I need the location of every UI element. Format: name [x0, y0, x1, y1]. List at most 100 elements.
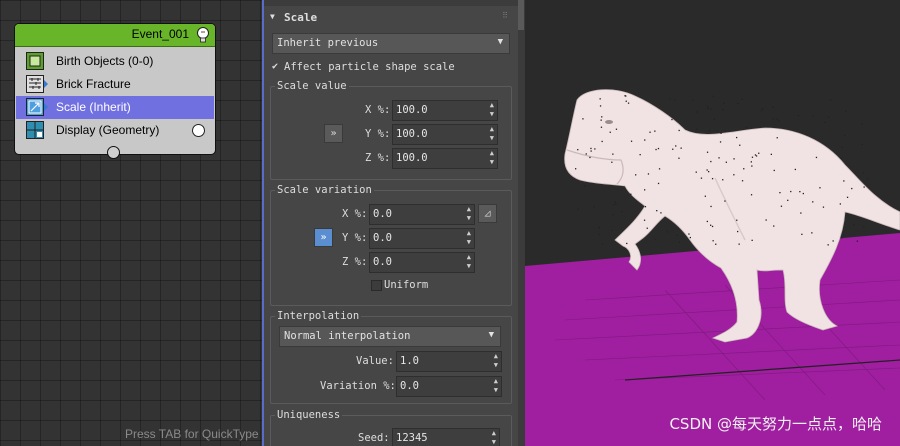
speckle	[674, 99, 676, 101]
speckle	[851, 187, 853, 190]
spinner-arrows-icon[interactable]: ▲ ▼	[467, 229, 471, 247]
quicktype-hint: Press TAB for QuickType	[125, 427, 259, 441]
speckle	[695, 171, 697, 173]
scale-type-dropdown[interactable]: Inherit previous ▼	[272, 33, 510, 54]
speckle	[644, 206, 647, 208]
operator-birth-objects[interactable]: Birth Objects (0-0)	[16, 50, 214, 73]
operator-label: Brick Fracture	[56, 77, 131, 91]
speckle	[839, 203, 841, 205]
speckle	[780, 205, 783, 207]
slope-icon[interactable]: ◿	[478, 204, 497, 223]
watermark-text: CSDN @每天努力一点点，哈哈	[669, 415, 882, 433]
speckle	[739, 144, 741, 146]
speckle	[716, 130, 718, 132]
speckle	[824, 121, 826, 124]
speckle	[696, 128, 698, 130]
speckle	[598, 233, 601, 236]
speckle	[841, 237, 843, 239]
speckle	[843, 134, 846, 136]
speckle	[666, 231, 668, 233]
spinner-arrows-icon[interactable]: ▲ ▼	[467, 253, 471, 271]
spinner-arrows-icon[interactable]: ▲ ▼	[494, 352, 498, 370]
spinner-arrows-icon[interactable]: ▲ ▼	[492, 429, 496, 446]
spinner-arrows-icon[interactable]: ▲ ▼	[494, 377, 498, 395]
speckle	[655, 238, 657, 240]
speckle	[856, 240, 858, 242]
speckle	[861, 143, 863, 145]
scale-x-spinner[interactable]: 100.0 ▲ ▼	[392, 100, 498, 121]
speckle	[710, 108, 712, 110]
lightbulb-icon[interactable]	[195, 26, 211, 44]
speckle	[614, 201, 616, 203]
interpolation-variation-spinner[interactable]: 0.0 ▲ ▼	[396, 376, 502, 397]
chevron-down-icon: ▼	[488, 330, 494, 340]
speckle	[708, 129, 710, 132]
operator-scale[interactable]: Scale (Inherit)	[16, 96, 214, 119]
event-header[interactable]: Event_001	[15, 24, 215, 47]
speckle	[613, 204, 615, 206]
scale-z-spinner[interactable]: 100.0 ▲ ▼	[392, 148, 498, 169]
speckle	[738, 243, 740, 245]
operator-label: Display (Geometry)	[56, 123, 160, 137]
speckle	[797, 114, 800, 117]
speckle	[599, 105, 602, 107]
speckle	[710, 160, 712, 163]
spinner-arrows-icon[interactable]: ▲ ▼	[490, 101, 494, 119]
speckle	[676, 234, 678, 236]
speckle	[649, 131, 651, 133]
operator-brick-fracture[interactable]: Brick Fracture	[16, 73, 214, 96]
interpolation-dropdown[interactable]: Normal interpolation ▼	[279, 326, 501, 347]
variation-y-label: Y %:	[342, 232, 368, 244]
speckle	[733, 174, 735, 176]
seed-label: Seed:	[358, 432, 390, 444]
panel-scrollbar[interactable]	[518, 0, 524, 446]
uniform-checkbox[interactable]	[371, 280, 382, 291]
affect-shape-checkbox[interactable]: ✔	[272, 61, 278, 72]
speckle	[660, 212, 662, 214]
speckle	[720, 132, 722, 134]
speckle	[772, 118, 774, 120]
speckle	[692, 99, 694, 102]
speckle	[712, 95, 714, 97]
particle-view-editor[interactable]: Event_001 Birth Objects (0-0) Brick Frac…	[0, 0, 262, 446]
speckle	[799, 191, 801, 193]
variation-z-spinner[interactable]: 0.0 ▲ ▼	[369, 252, 475, 273]
collapse-triangle-icon: ▼	[270, 12, 275, 21]
variation-y-spinner[interactable]: 0.0 ▲ ▼	[369, 228, 475, 249]
scale-rollout-header[interactable]: ▼ Scale ⠿	[268, 10, 514, 28]
speckle	[866, 178, 869, 180]
speckle	[846, 196, 849, 198]
3d-viewport[interactable]: CSDN @每天努力一点点，哈哈	[525, 0, 900, 446]
spinner-arrows-icon[interactable]: ▲ ▼	[490, 149, 494, 167]
speckle	[750, 161, 752, 163]
event-input-socket[interactable]	[107, 146, 120, 159]
speckle	[760, 109, 763, 112]
speckle	[611, 229, 613, 232]
variation-label: Variation %:	[320, 380, 396, 392]
scale-z-label: Z %:	[365, 152, 391, 164]
speckle	[643, 219, 646, 221]
speckle	[745, 127, 748, 129]
speckle	[772, 106, 774, 108]
speckle	[577, 149, 579, 151]
speckle	[590, 147, 592, 150]
display-output-socket[interactable]	[192, 124, 205, 137]
scale-y-spinner[interactable]: 100.0 ▲ ▼	[392, 124, 498, 145]
seed-spinner[interactable]: 12345 ▲ ▼	[392, 428, 500, 446]
speckle	[715, 243, 717, 245]
speckle	[779, 192, 781, 194]
speckle	[657, 182, 660, 185]
scale-variation-link-button[interactable]: »	[314, 228, 333, 247]
variation-x-spinner[interactable]: 0.0 ▲ ▼	[369, 204, 475, 225]
spinner-arrows-icon[interactable]: ▲ ▼	[490, 125, 494, 143]
speckle	[679, 241, 681, 243]
scale-value-link-button[interactable]: »	[324, 124, 343, 143]
variation-z-label: Z %:	[342, 256, 368, 268]
event-node[interactable]: Event_001 Birth Objects (0-0) Brick Frac…	[14, 23, 216, 155]
speckle	[669, 98, 671, 100]
chevron-down-icon: ▼	[497, 37, 503, 47]
interpolation-value-spinner[interactable]: 1.0 ▲ ▼	[396, 351, 502, 372]
operator-display[interactable]: Display (Geometry)	[16, 119, 214, 142]
panel-scrollbar-thumb[interactable]	[518, 0, 524, 30]
spinner-arrows-icon[interactable]: ▲ ▼	[467, 205, 471, 223]
